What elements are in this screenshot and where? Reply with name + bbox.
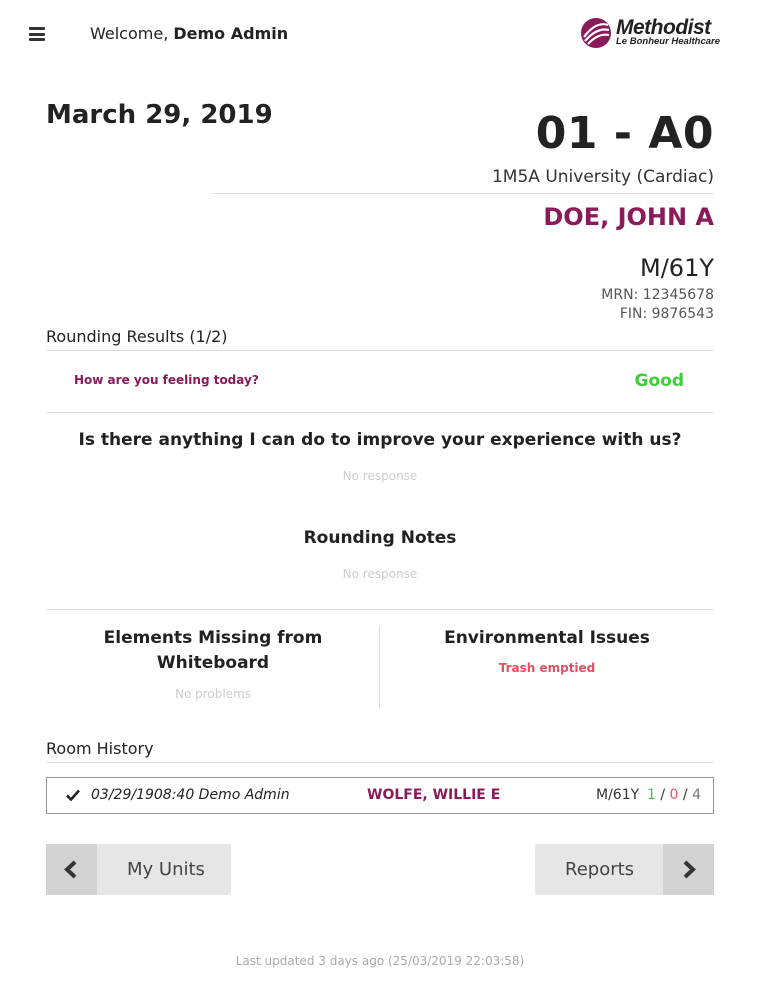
count-total: 4 [692,787,702,803]
logo-mark-icon [581,18,611,48]
environmental-value: Trash emptied [498,661,596,675]
answer-feeling: Good [634,371,684,391]
count-separator: / [682,787,688,803]
welcome-message: Welcome, Demo Admin [90,24,288,43]
user-name: Demo Admin [173,24,289,43]
history-patient-name: WOLFE, WILLIE E [367,787,501,803]
divider [46,412,714,413]
unit-name: 1M5A University (Cardiac) [491,167,714,187]
rounding-results-title: Rounding Results (1/2) [46,327,228,346]
divider [46,350,714,351]
count-bad: 0 [669,787,679,803]
history-datetime-user: 03/29/1908:40 Demo Admin [91,787,290,803]
reports-button[interactable]: Reports [535,844,714,895]
room-history-title: Room History [46,739,154,758]
history-counts: 1 / 0 / 4 [647,787,701,803]
rounding-notes-title: Rounding Notes [303,528,457,548]
reports-label: Reports [565,859,635,880]
rounding-notes-value: No response [342,567,418,581]
arrow-right-icon [663,844,714,895]
question-improve-experience: Is there anything I can do to improve yo… [78,430,682,450]
count-separator: / [660,787,666,803]
welcome-prefix: Welcome, [90,24,169,43]
patient-fin: FIN: 9876543 [619,306,714,322]
room-history-row[interactable]: 03/29/1908:40 Demo Admin WOLFE, WILLIE E… [46,777,714,814]
divider [46,609,714,610]
hamburger-menu-icon[interactable] [29,27,45,41]
last-updated-text: Last updated 3 days ago (25/03/2019 22:0… [235,954,525,968]
environmental-title: Environmental Issues [444,628,650,648]
divider [213,193,714,194]
environmental-section: Environmental Issues Trash emptied [380,626,714,675]
methodist-logo: Methodist Le Bonheur Healthcare [580,16,735,52]
logo-subtitle: Le Bonheur Healthcare [616,36,720,47]
visit-date: March 29, 2019 [46,100,273,130]
patient-sex-age: M/61Y [640,254,714,282]
patient-name: DOE, JOHN A [543,203,714,231]
room-number: 01 - A0 [535,108,714,159]
question-feeling: How are you feeling today? [74,373,259,387]
answer-improve-experience: No response [342,469,418,483]
arrow-left-icon [46,844,97,895]
whiteboard-value: No problems [174,687,252,701]
patient-mrn: MRN: 12345678 [601,287,714,303]
divider [46,762,714,763]
whiteboard-title: Elements Missing from Whiteboard [103,628,323,673]
my-units-button[interactable]: My Units [46,844,231,895]
check-icon [66,789,80,802]
my-units-label: My Units [127,859,205,880]
whiteboard-section: Elements Missing from Whiteboard No prob… [46,626,380,701]
history-sex-age: M/61Y [596,787,640,803]
top-bar: Welcome, Demo Admin Methodist Le Bonheur… [0,0,760,68]
count-good: 1 [647,787,656,803]
